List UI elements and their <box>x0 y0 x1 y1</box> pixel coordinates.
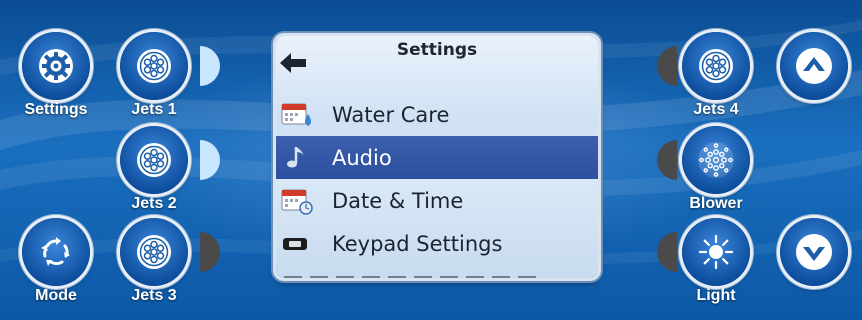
jets1-button[interactable] <box>120 32 188 100</box>
screen-title: Settings <box>396 40 478 60</box>
blower-button[interactable] <box>682 126 750 194</box>
light-icon <box>698 234 734 270</box>
settings-button[interactable] <box>22 32 90 100</box>
jets4-indicator <box>655 46 677 86</box>
jets1-indicator <box>200 46 222 86</box>
up-button[interactable] <box>780 32 848 100</box>
down-button[interactable] <box>780 218 848 286</box>
jets3-button[interactable] <box>120 218 188 286</box>
jets1-label: Jets 1 <box>131 101 177 118</box>
jets2-indicator <box>200 140 222 180</box>
jets3-label: Jets 3 <box>131 287 177 304</box>
down-arrow-icon <box>796 234 832 270</box>
blower-label: Blower <box>689 195 743 212</box>
jets4-label: Jets 4 <box>693 101 739 118</box>
menu-item-label: Keypad Settings <box>332 231 503 256</box>
jets-icon <box>137 49 171 83</box>
up-arrow-icon <box>796 48 832 84</box>
light-label: Light <box>696 287 736 304</box>
menu-item-label: Date & Time <box>332 188 464 213</box>
light-indicator <box>655 232 677 272</box>
settings-screen: Settings Water Care Audio Date & Time Ke… <box>276 36 598 278</box>
menu-item-audio[interactable]: Audio <box>276 136 598 179</box>
jets-icon <box>137 235 171 269</box>
blower-icon <box>698 142 734 178</box>
calendar-drop-icon <box>280 100 314 130</box>
spa-control-panel: Settings Jets 1 Jets 2 Mode Jets 3 Setti… <box>0 0 862 320</box>
jets2-button[interactable] <box>120 126 188 194</box>
jets-icon <box>699 49 733 83</box>
gear-icon <box>39 49 73 83</box>
menu-item-keypad-settings[interactable]: Keypad Settings <box>276 222 598 265</box>
calendar-clock-icon <box>280 186 314 216</box>
jets4-button[interactable] <box>682 32 750 100</box>
light-button[interactable] <box>682 218 750 286</box>
menu-item-label: Water Care <box>332 102 450 127</box>
jets2-label: Jets 2 <box>131 195 177 212</box>
mode-cycle-icon <box>41 237 70 266</box>
mode-label: Mode <box>35 287 77 304</box>
blower-indicator <box>655 140 677 180</box>
mode-button[interactable] <box>22 218 90 286</box>
menu-item-date-time[interactable]: Date & Time <box>276 179 598 222</box>
menu-item-partial <box>276 265 598 278</box>
settings-label: Settings <box>24 101 88 118</box>
jets-icon <box>137 143 171 177</box>
menu-item-label: Audio <box>332 145 392 170</box>
jets3-indicator <box>200 232 222 272</box>
menu-item-water-care[interactable]: Water Care <box>276 93 598 136</box>
music-note-icon <box>280 143 314 173</box>
keypad-icon <box>280 229 314 259</box>
